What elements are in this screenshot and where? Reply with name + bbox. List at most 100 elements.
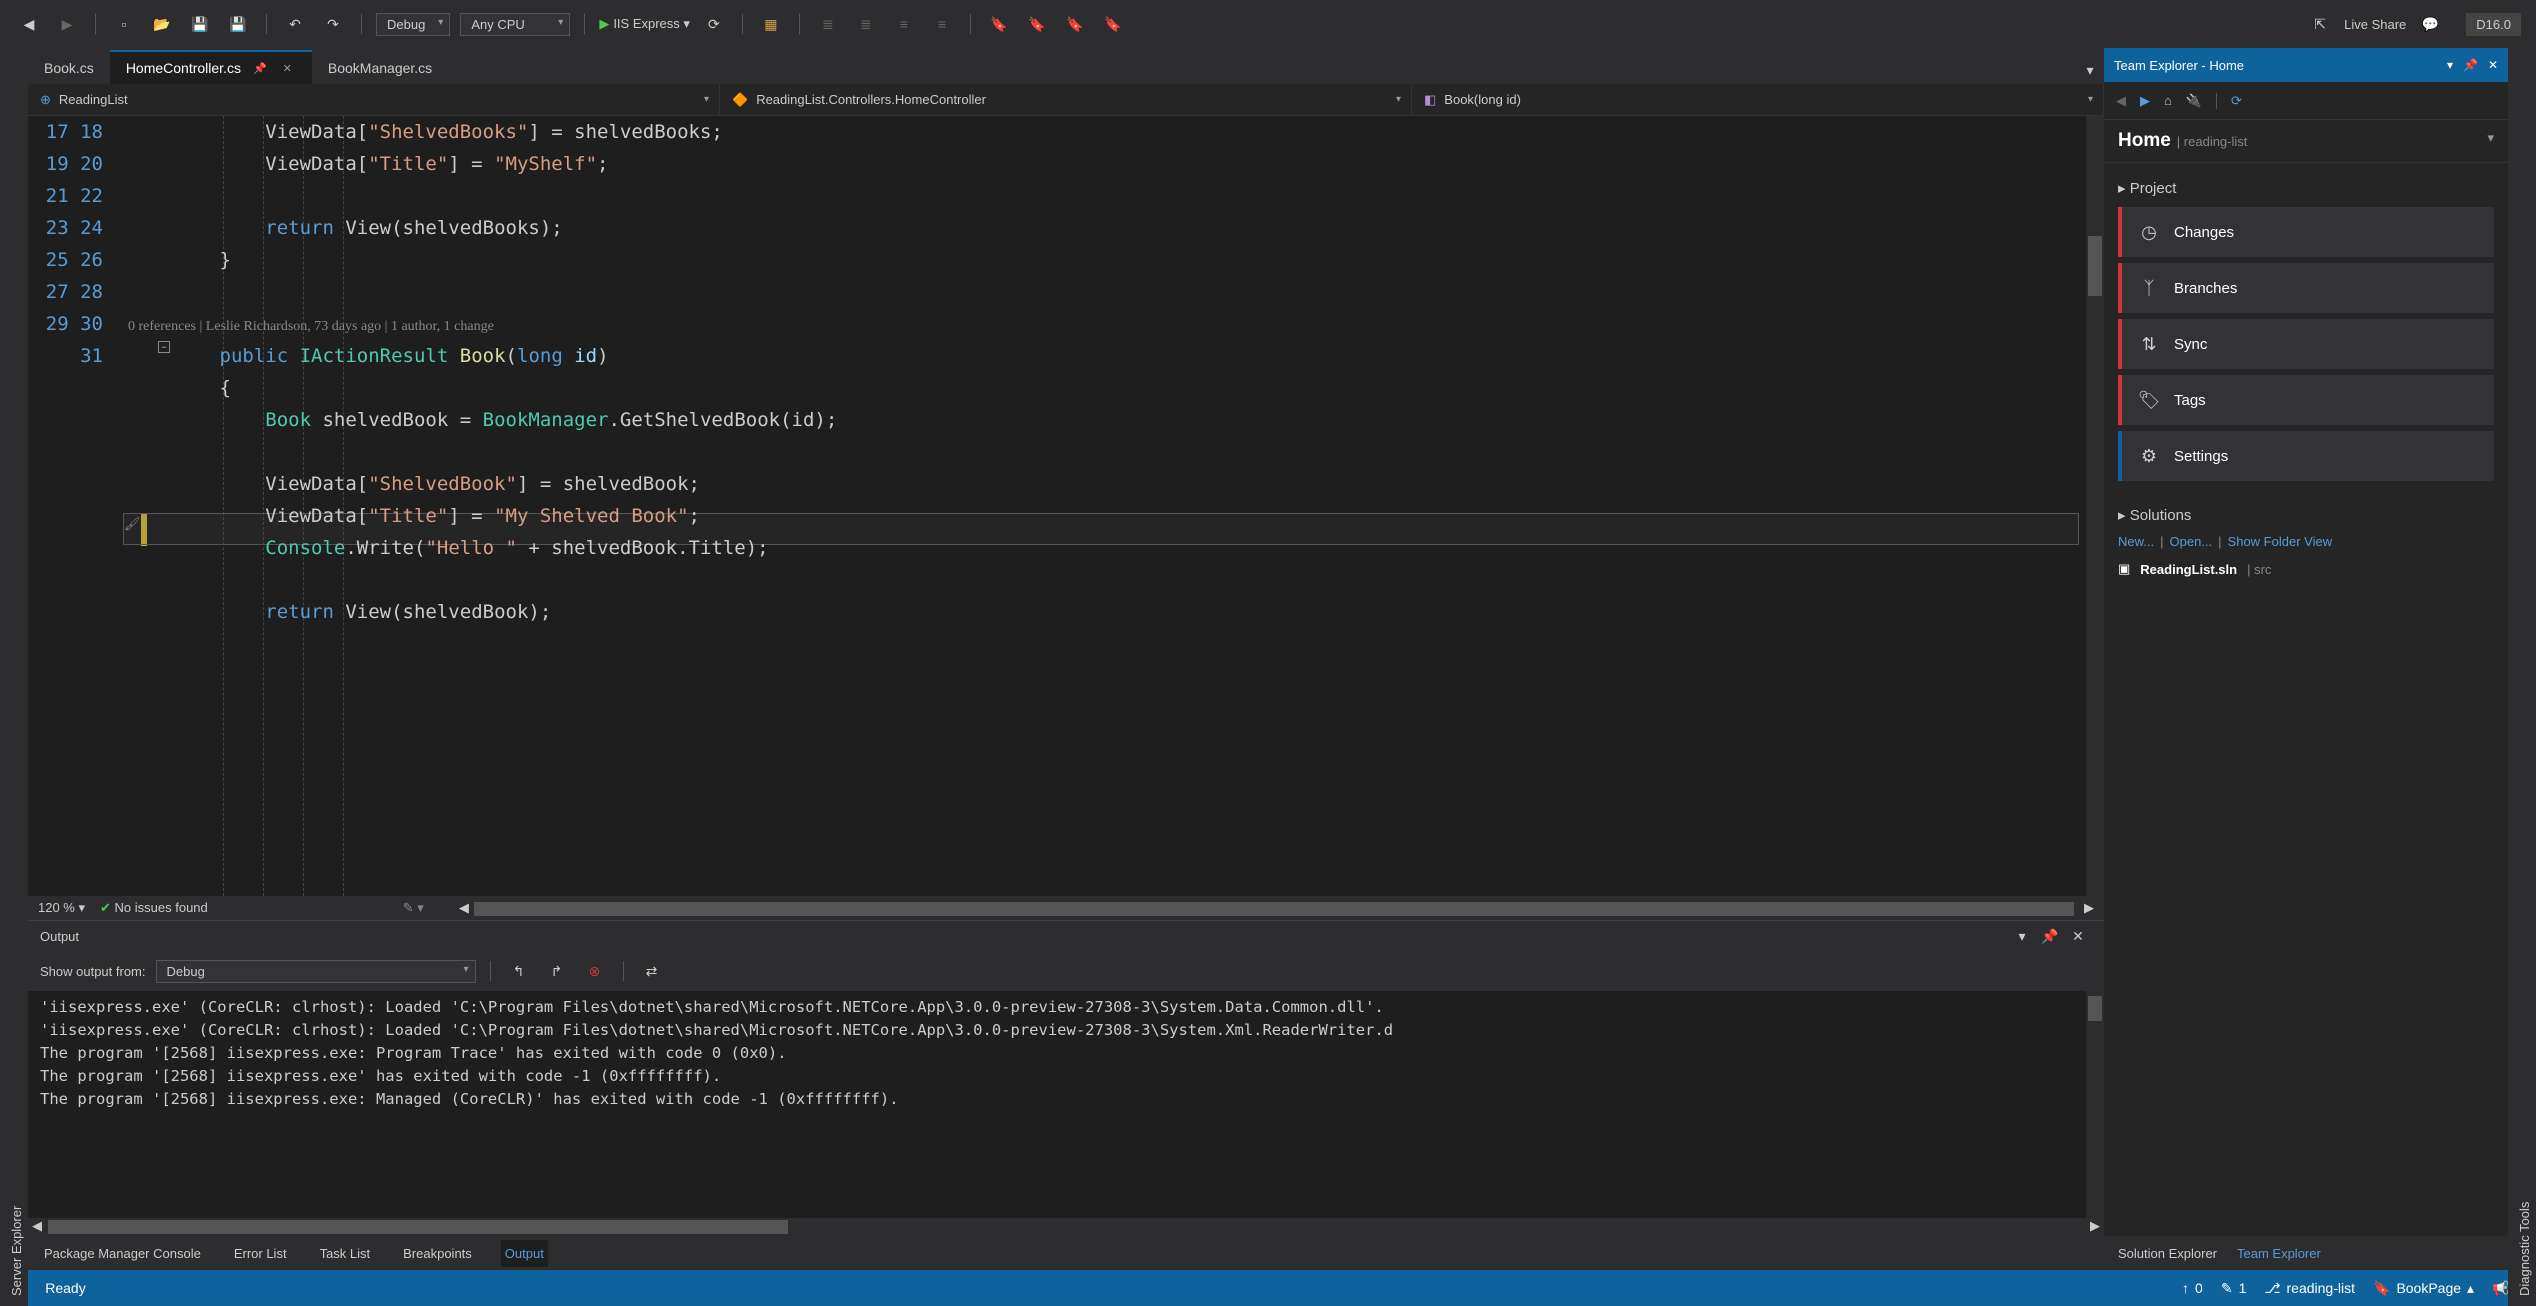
output-vscroll[interactable] (2086, 991, 2104, 1218)
bottom-tabs: Package Manager Console Error List Task … (28, 1236, 2104, 1270)
output-from-label: Show output from: (40, 964, 146, 979)
tabs-overflow-icon[interactable]: ▾ (2076, 56, 2104, 84)
nav-project[interactable]: ⊕ReadingList (28, 84, 720, 115)
tab-errorlist[interactable]: Error List (230, 1240, 291, 1267)
line-gutter[interactable]: 17 18 19 20 21 22 23 24 25 26 27 28 29 3… (28, 116, 118, 372)
left-tool-rail: Server Explorer Toolbox (0, 48, 28, 1306)
team-bottom-tabs: Solution Explorer Team Explorer (2104, 1236, 2508, 1270)
clear-all-icon[interactable]: ⊗ (581, 957, 609, 985)
redo-icon[interactable]: ↷ (319, 10, 347, 38)
open-file-icon[interactable]: 📂 (148, 10, 176, 38)
tab-output[interactable]: Output (501, 1240, 548, 1267)
save-all-icon[interactable]: 💾 (224, 10, 252, 38)
right-tool-rail: Diagnostic Tools (2508, 48, 2536, 1306)
config-dropdown[interactable]: Debug (376, 13, 450, 36)
output-title: Output (40, 929, 79, 944)
tab-tasklist[interactable]: Task List (316, 1240, 375, 1267)
output-close-icon[interactable]: ✕ (2064, 922, 2092, 950)
nav-fwd-icon[interactable]: ▶ (2140, 93, 2150, 109)
tags-button[interactable]: 🏷Tags (2118, 375, 2494, 425)
team-explorer: Team Explorer - Home ▾ 📌 ✕ ◀ ▶ ⌂ 🔌 ⟳ Hom… (2104, 48, 2508, 1270)
project-section-label[interactable]: ▸ Project (2118, 179, 2494, 197)
tab-breakpoints[interactable]: Breakpoints (399, 1240, 476, 1267)
output-panel: Output ▾📌✕ Show output from: Debug ↰ ↱ ⊗… (28, 920, 2104, 1270)
pin-icon[interactable]: 📌 (2463, 58, 2478, 72)
uncomment-icon: ≡ (928, 10, 956, 38)
new-solution-link[interactable]: New... (2118, 534, 2154, 549)
refresh-icon[interactable]: ⟳ (700, 10, 728, 38)
tab-bookmanager[interactable]: BookManager.cs (312, 52, 448, 84)
team-explorer-tab[interactable]: Team Explorer (2237, 1246, 2321, 1261)
plug-icon[interactable]: 🔌 (2186, 93, 2202, 109)
platform-dropdown[interactable]: Any CPU (460, 13, 570, 36)
navigation-bar: ⊕ReadingList 🔶ReadingList.Controllers.Ho… (28, 84, 2104, 116)
toolbox-tab[interactable]: Toolbox (0, 58, 5, 1306)
solution-item[interactable]: ▣ ReadingList.sln| src (2118, 555, 2494, 583)
bookmark-prev-icon[interactable]: 🔖 (1023, 10, 1051, 38)
live-share-button[interactable]: Live Share (2344, 17, 2406, 32)
team-nav: ◀ ▶ ⌂ 🔌 ⟳ (2104, 82, 2508, 120)
branch-status[interactable]: 🔖 BookPage ▴ (2373, 1280, 2474, 1297)
nav-back-icon[interactable]: ◀ (15, 10, 43, 38)
team-context[interactable]: Home| reading-list ▾ (2104, 120, 2508, 163)
nav-back-icon: ◀ (2116, 93, 2126, 109)
pin-icon[interactable]: 📌 (249, 62, 271, 75)
nav-fwd-icon: ▶ (53, 10, 81, 38)
tab-book[interactable]: Book.cs (28, 52, 110, 84)
status-bar: ▭ Ready ↑ 0 ✎ 1 ⎇ reading-list 🔖 BookPag… (0, 1270, 2536, 1306)
close-icon[interactable]: ✕ (2488, 58, 2498, 72)
undo-icon[interactable]: ↶ (281, 10, 309, 38)
close-icon[interactable]: ✕ (279, 62, 296, 75)
output-pin-icon[interactable]: 📌 (2036, 922, 2064, 950)
branch-icon: ᛉ (2138, 277, 2160, 299)
code-content[interactable]: ViewData["ShelvedBooks"] = shelvedBooks;… (128, 116, 2079, 628)
settings-button[interactable]: ⚙Settings (2118, 431, 2494, 481)
home-icon[interactable]: ⌂ (2164, 93, 2172, 108)
nav-class[interactable]: 🔶ReadingList.Controllers.HomeController (720, 84, 1412, 115)
new-file-icon[interactable]: ▫ (110, 10, 138, 38)
tab-pmc[interactable]: Package Manager Console (40, 1240, 205, 1267)
editor-status: 120 % ▾ ✔ No issues found ✎ ▾ ◀▶ (28, 896, 2104, 920)
branches-button[interactable]: ᛉBranches (2118, 263, 2494, 313)
indent-icon: ≣ (814, 10, 842, 38)
splitter-icon[interactable]: ✎ ▾ (403, 900, 424, 916)
diagnostic-tools-tab[interactable]: Diagnostic Tools (2513, 58, 2536, 1306)
feedback-icon[interactable]: 💬 (2416, 10, 2444, 38)
changes-button[interactable]: ◷Changes (2118, 207, 2494, 257)
output-hscroll[interactable]: ◀▶ (28, 1218, 2104, 1236)
live-share-icon[interactable]: ⇱ (2306, 10, 2334, 38)
pending-changes[interactable]: ✎ 1 (2221, 1280, 2247, 1297)
prev-msg-icon[interactable]: ↰ (505, 957, 533, 985)
bookmark-clear-icon[interactable]: 🔖 (1099, 10, 1127, 38)
code-editor[interactable]: 17 18 19 20 21 22 23 24 25 26 27 28 29 3… (28, 116, 2104, 896)
issues-indicator[interactable]: ✔ No issues found (100, 900, 208, 916)
open-solution-link[interactable]: Open... (2170, 534, 2213, 549)
version-badge: D16.0 (2466, 13, 2521, 36)
output-source-dropdown[interactable]: Debug (156, 960, 476, 983)
solution-explorer-tab[interactable]: Solution Explorer (2118, 1246, 2217, 1261)
clock-icon: ◷ (2138, 221, 2160, 243)
window-menu-icon[interactable]: ▾ (2447, 58, 2453, 72)
sync-button[interactable]: ⇅Sync (2118, 319, 2494, 369)
next-msg-icon[interactable]: ↱ (543, 957, 571, 985)
output-text[interactable]: 'iisexpress.exe' (CoreCLR: clrhost): Loa… (28, 991, 2104, 1218)
server-explorer-tab[interactable]: Server Explorer (5, 58, 28, 1306)
editor-area: Book.cs HomeController.cs📌✕ BookManager.… (28, 48, 2104, 1270)
zoom-level[interactable]: 120 % ▾ (38, 900, 85, 916)
unpushed-commits[interactable]: ↑ 0 (2182, 1280, 2203, 1296)
browser-link-icon[interactable]: ▦ (757, 10, 785, 38)
solutions-section-label[interactable]: ▸ Solutions (2118, 506, 2494, 524)
repo-status[interactable]: ⎇ reading-list (2264, 1280, 2355, 1297)
tab-homecontroller[interactable]: HomeController.cs📌✕ (110, 50, 312, 84)
output-dropdown-icon[interactable]: ▾ (2008, 922, 2036, 950)
run-button[interactable]: ▶IIS Express ▾ (599, 16, 690, 32)
folder-view-link[interactable]: Show Folder View (2228, 534, 2333, 549)
bookmark-next-icon[interactable]: 🔖 (1061, 10, 1089, 38)
editor-vscroll[interactable] (2086, 116, 2104, 896)
save-icon[interactable]: 💾 (186, 10, 214, 38)
nav-member[interactable]: ◧Book(long id) (1412, 84, 2104, 115)
word-wrap-icon[interactable]: ⇄ (638, 957, 666, 985)
bookmark-icon[interactable]: 🔖 (985, 10, 1013, 38)
refresh-icon[interactable]: ⟳ (2216, 93, 2242, 109)
editor-hscroll[interactable]: ◀▶ (459, 900, 2094, 916)
